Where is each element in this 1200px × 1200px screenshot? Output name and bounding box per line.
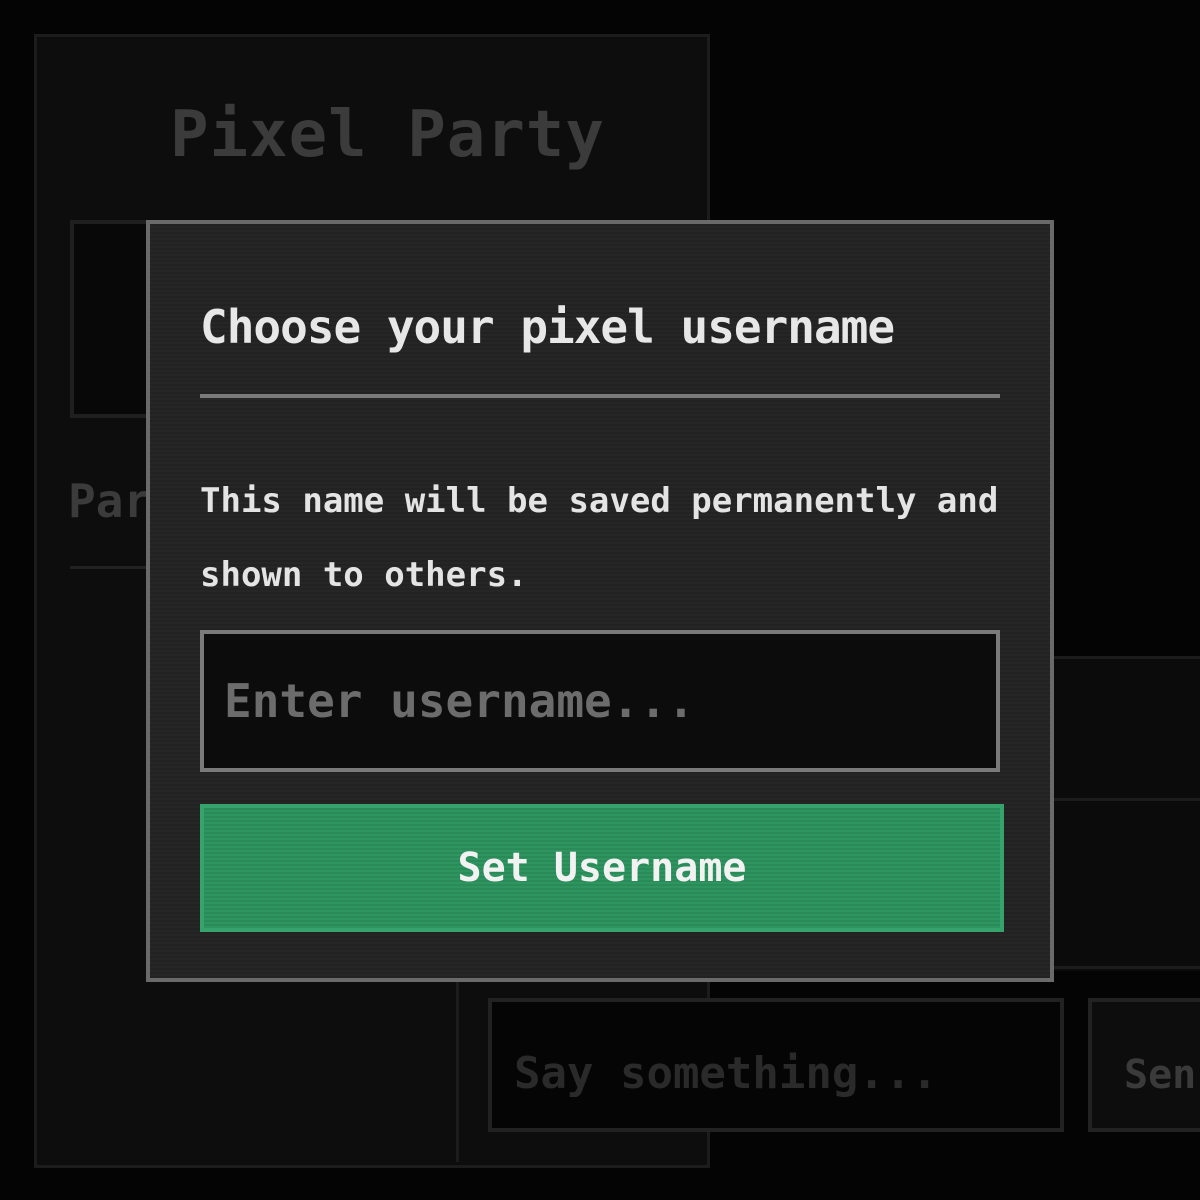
chat-row-divider: [1050, 966, 1200, 969]
section-divider: [70, 566, 150, 569]
username-dialog: Choose your pixel username This name wil…: [146, 220, 1054, 982]
section-heading: Par: [68, 474, 152, 528]
dialog-divider: [200, 394, 1000, 398]
dialog-title: Choose your pixel username: [200, 300, 895, 354]
panel-separator: [456, 978, 459, 1162]
dialog-description: This name will be saved permanently and …: [200, 481, 999, 595]
app-title: Pixel Party: [170, 98, 605, 172]
chat-row-divider: [1050, 798, 1200, 801]
username-input[interactable]: [200, 630, 1000, 772]
chat-panel: [1050, 656, 1200, 971]
set-username-button[interactable]: Set Username: [200, 804, 1004, 932]
chat-send-button: Sen: [1088, 998, 1200, 1132]
chat-message-input: Say something...: [488, 998, 1064, 1132]
